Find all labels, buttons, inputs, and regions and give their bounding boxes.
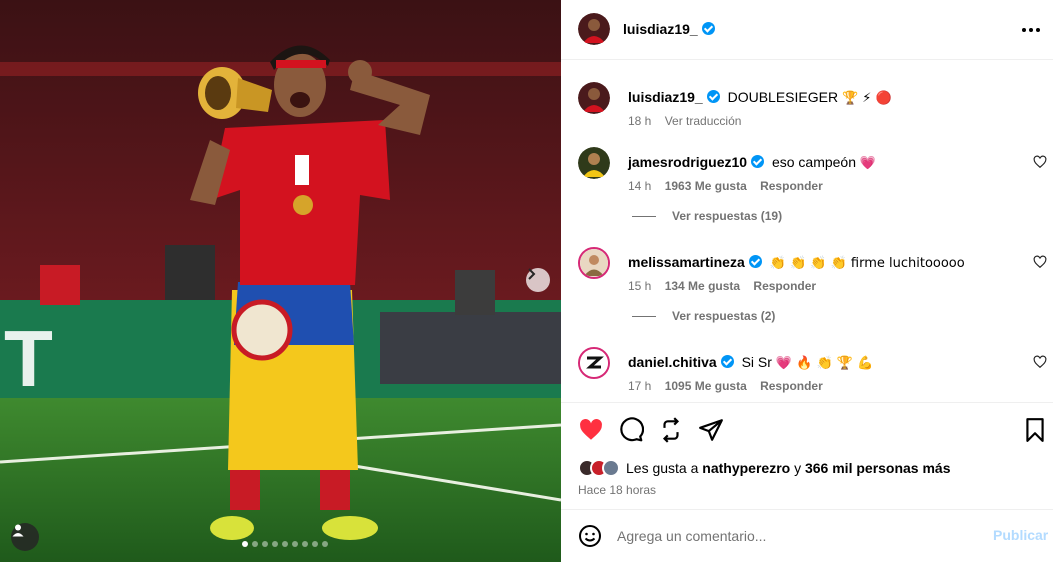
comment-text: Si Sr	[741, 354, 772, 370]
reply-button[interactable]: Responder	[760, 379, 823, 393]
more-options-icon[interactable]	[1022, 20, 1044, 40]
like-comment-heart-icon[interactable]	[1033, 255, 1047, 269]
tagged-users-button[interactable]	[11, 523, 39, 551]
post-side-panel: luisdiaz19_ luisdiaz19_ DOUBLESIEGER 🏆 ⚡…	[561, 0, 1053, 562]
translate-link[interactable]: Ver traducción	[665, 114, 742, 128]
carousel-dot	[302, 541, 308, 547]
comment-composer: Publicar	[561, 510, 1053, 562]
save-bookmark-icon[interactable]	[1022, 417, 1048, 443]
carousel-dot	[252, 541, 258, 547]
avatar-image	[580, 349, 608, 377]
emoji-icon[interactable]	[578, 524, 602, 548]
comment-text: eso campeón	[771, 154, 857, 170]
carousel-dot	[312, 541, 318, 547]
comment-likes[interactable]: 134 Me gusta	[665, 279, 740, 293]
publish-button[interactable]: Publicar	[993, 527, 1048, 543]
like-heart-icon[interactable]	[578, 417, 604, 443]
comment-emoji: 💗	[859, 156, 877, 171]
likes-user[interactable]: nathyperezro	[702, 460, 790, 476]
comment-username[interactable]: daniel.chitiva	[628, 354, 717, 370]
carousel-dot	[262, 541, 268, 547]
share-send-icon[interactable]	[698, 417, 724, 443]
liker-avatar	[602, 459, 620, 477]
comment-text: 👏 👏 👏 👏 firme luchitooooo	[769, 256, 965, 271]
carousel-dot	[242, 541, 248, 547]
author-username[interactable]: luisdiaz19_	[623, 21, 698, 37]
caption-emoji: 🏆 ⚡ 🔴	[841, 91, 892, 106]
verified-badge-icon	[706, 90, 720, 103]
user-icon	[12, 524, 24, 537]
commenter-avatar[interactable]	[578, 247, 610, 279]
view-replies-button[interactable]: Ver respuestas (19)	[632, 209, 782, 223]
verified-badge-icon	[720, 355, 734, 368]
comment-likes[interactable]: 1095 Me gusta	[665, 379, 747, 393]
like-comment-heart-icon[interactable]	[1033, 355, 1047, 369]
like-comment-heart-icon[interactable]	[1033, 155, 1047, 169]
caption-text: DOUBLESIEGER	[727, 89, 839, 105]
comment-time[interactable]: 17 h	[628, 379, 651, 393]
repost-icon[interactable]	[658, 417, 684, 443]
author-avatar[interactable]	[578, 13, 610, 45]
carousel-dot	[282, 541, 288, 547]
comment-bubble-icon[interactable]	[618, 417, 644, 443]
avatar-image	[578, 13, 610, 45]
comment-emoji: 💗 🔥 👏 🏆 💪	[775, 356, 874, 371]
likes-prefix: Les gusta a	[626, 460, 699, 476]
caption-time[interactable]: 18 h	[628, 114, 651, 128]
svg-text:T: T	[4, 314, 53, 403]
carousel-dot	[272, 541, 278, 547]
comment-username[interactable]: melissamartineza	[628, 254, 745, 270]
likes-others[interactable]: 366 mil personas más	[805, 460, 951, 476]
comment-input[interactable]	[617, 524, 977, 548]
caption-username[interactable]: luisdiaz19_	[628, 89, 703, 105]
carousel-dot	[322, 541, 328, 547]
verified-badge-icon	[701, 22, 715, 35]
avatar-image	[580, 249, 608, 277]
comment-time[interactable]: 15 h	[628, 279, 651, 293]
comment-username[interactable]: jamesrodriguez10	[628, 154, 747, 170]
chevron-right-icon	[528, 268, 536, 280]
post-actions: Les gusta a nathyperezro y 366 mil perso…	[561, 402, 1053, 510]
likes-summary[interactable]: Les gusta a nathyperezro y 366 mil perso…	[578, 459, 951, 477]
verified-badge-icon	[748, 255, 762, 268]
commenter-avatar[interactable]	[578, 347, 610, 379]
comment-likes[interactable]: 1963 Me gusta	[665, 179, 747, 193]
avatar-image	[578, 82, 610, 114]
view-replies-button[interactable]: Ver respuestas (2)	[632, 309, 775, 323]
post-header: luisdiaz19_	[561, 0, 1053, 60]
author-avatar[interactable]	[578, 82, 610, 114]
post-photo[interactable]: T	[0, 0, 561, 562]
next-photo-button[interactable]	[526, 268, 550, 292]
comment-time[interactable]: 14 h	[628, 179, 651, 193]
avatar-image	[578, 147, 610, 179]
reply-button[interactable]: Responder	[753, 279, 816, 293]
commenter-avatar[interactable]	[578, 147, 610, 179]
reply-button[interactable]: Responder	[760, 179, 823, 193]
likes-connector: y	[794, 460, 802, 476]
photo-illustration: T	[0, 0, 561, 562]
post-time-ago[interactable]: Hace 18 horas	[578, 483, 656, 497]
verified-badge-icon	[751, 155, 765, 168]
carousel-indicator	[242, 541, 328, 547]
carousel-dot	[292, 541, 298, 547]
